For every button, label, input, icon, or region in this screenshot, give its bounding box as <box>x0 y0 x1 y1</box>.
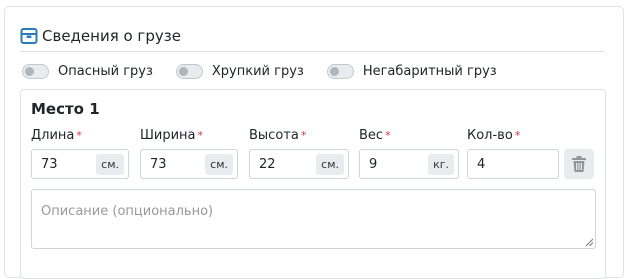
toggle-label: Хрупкий груз <box>211 63 304 79</box>
quantity-input[interactable]: 4 <box>467 149 559 179</box>
toggle-fragile[interactable]: Хрупкий груз <box>175 63 304 79</box>
weight-field: Вес * 9 кг. <box>359 127 459 179</box>
field-value: 9 <box>369 156 378 172</box>
unit-badge: кг. <box>428 153 454 175</box>
weight-input[interactable]: 9 кг. <box>359 149 459 179</box>
required-mark: * <box>197 129 204 142</box>
toggle-knob <box>25 66 34 76</box>
toggle-switch[interactable] <box>22 63 49 79</box>
unit-badge: см. <box>205 153 233 175</box>
description-placeholder: Описание (опционально) <box>41 204 214 219</box>
field-label-text: Кол-во <box>467 128 513 143</box>
place-panel: Место 1 Длина * 73 см. Ширина * 73 см. Выс… <box>20 89 606 279</box>
height-field: Высота * 22 см. <box>249 127 349 179</box>
field-label: Длина * <box>31 127 129 145</box>
width-input[interactable]: 73 см. <box>140 149 238 179</box>
field-value: 22 <box>259 156 276 172</box>
cargo-toggles: Опасный груз Хрупкий груз Негабаритный г… <box>22 62 520 80</box>
description-textarea[interactable]: Описание (опционально) <box>31 189 596 249</box>
unit-badge: см. <box>316 153 344 175</box>
field-label: Кол-во * <box>467 127 559 145</box>
field-label-text: Ширина <box>140 128 196 143</box>
toggle-oversized[interactable]: Негабаритный груз <box>326 63 497 79</box>
trash-icon <box>572 156 586 172</box>
toggle-dangerous[interactable]: Опасный груз <box>22 63 153 79</box>
box-icon <box>20 28 38 44</box>
field-label: Высота * <box>249 127 349 145</box>
place-title: Место 1 <box>31 100 100 118</box>
unit-badge: см. <box>96 153 124 175</box>
toggle-label: Негабаритный груз <box>362 63 497 79</box>
required-mark: * <box>514 129 521 142</box>
height-input[interactable]: 22 см. <box>249 149 349 179</box>
length-input[interactable]: 73 см. <box>31 149 129 179</box>
field-label-text: Вес <box>359 128 384 143</box>
width-field: Ширина * 73 см. <box>140 127 238 179</box>
field-value: 4 <box>477 156 486 172</box>
toggle-knob <box>178 66 188 76</box>
divider <box>20 51 605 52</box>
field-value: 73 <box>41 156 58 172</box>
required-mark: * <box>300 129 307 142</box>
resize-grip-icon[interactable] <box>585 238 593 246</box>
field-label: Вес * <box>359 127 459 145</box>
field-label: Ширина * <box>140 127 238 145</box>
section-header: Сведения о грузе <box>20 24 181 48</box>
field-value: 73 <box>150 156 167 172</box>
required-mark: * <box>385 129 391 142</box>
toggle-switch[interactable] <box>326 63 354 79</box>
toggle-knob <box>329 66 339 76</box>
section-title: Сведения о грузе <box>42 27 181 45</box>
delete-place-button[interactable] <box>564 149 594 179</box>
field-label-text: Длина <box>31 128 75 143</box>
quantity-field: Кол-во * 4 <box>467 127 559 179</box>
toggle-switch[interactable] <box>175 63 203 79</box>
required-mark: * <box>76 129 82 142</box>
toggle-label: Опасный груз <box>58 63 153 79</box>
length-field: Длина * 73 см. <box>31 127 129 179</box>
field-label-text: Высота <box>249 128 299 143</box>
